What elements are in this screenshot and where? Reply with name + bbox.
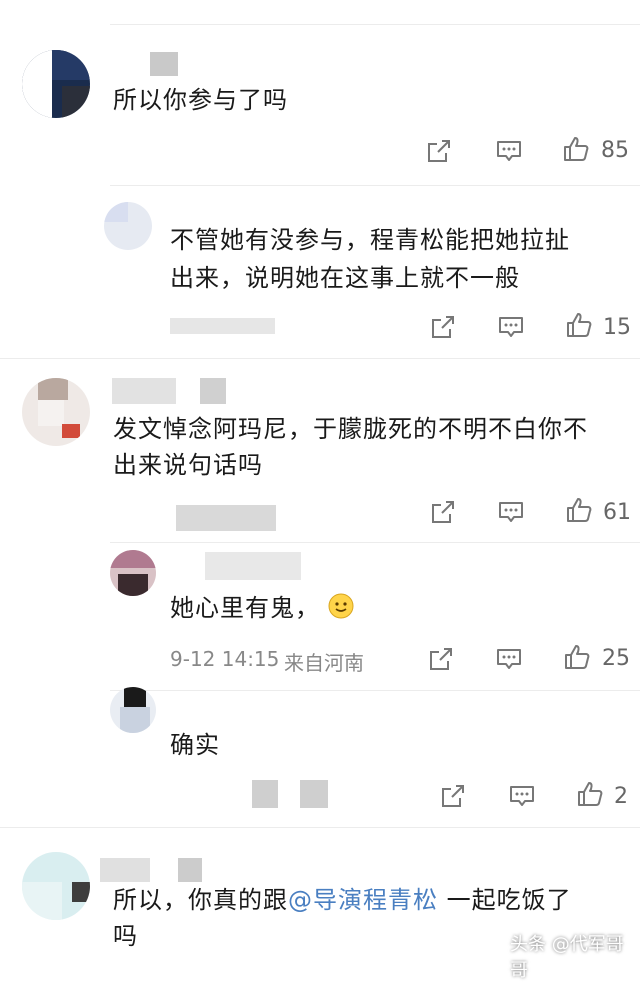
watermark: 头条 @代军哥哥	[510, 934, 624, 981]
comment-text-line2: 吗	[113, 922, 138, 950]
comment-icon[interactable]	[507, 781, 537, 811]
thumbs-up-icon[interactable]	[575, 779, 605, 809]
avatar[interactable]	[110, 550, 156, 596]
avatar[interactable]	[22, 852, 90, 920]
mention-link[interactable]: @导演程青松	[288, 886, 438, 914]
meta-blurred	[300, 780, 328, 808]
reply-text-content: 她心里有鬼，	[170, 594, 320, 622]
top-divider	[110, 24, 640, 25]
avatar[interactable]	[22, 378, 90, 446]
meta-blurred	[176, 505, 276, 531]
share-icon[interactable]	[438, 781, 468, 811]
reply-text-line2: 出来，说明她在这事上就不一般	[170, 264, 520, 292]
avatar[interactable]	[104, 202, 152, 250]
share-icon[interactable]	[426, 644, 456, 674]
like-count: 15	[603, 315, 631, 340]
smile-emoji-icon	[328, 593, 354, 619]
like-count: 25	[602, 646, 630, 671]
comment-date: 9-12 14:15	[170, 647, 280, 671]
username-blurred	[112, 378, 176, 404]
reply-text: 她心里有鬼，	[170, 590, 354, 626]
username-blurred	[178, 858, 202, 882]
username-blurred	[150, 52, 178, 76]
divider	[110, 542, 640, 543]
username-blurred	[205, 552, 301, 580]
divider	[0, 827, 640, 828]
share-icon[interactable]	[424, 136, 454, 166]
avatar[interactable]	[22, 50, 90, 118]
comment-text-line2: 出来说句话吗	[113, 451, 263, 479]
comment-text-line1: 所以，你真的跟@导演程青松 一起吃饭了	[113, 882, 572, 918]
comment-text: 所以你参与了吗	[113, 86, 288, 114]
thumbs-up-icon[interactable]	[561, 134, 591, 164]
username-blurred	[100, 858, 150, 882]
comment-text-before: 所以，你真的跟	[113, 886, 288, 914]
username-blurred	[200, 378, 226, 404]
share-icon[interactable]	[428, 497, 458, 527]
avatar[interactable]	[110, 687, 156, 733]
thumbs-up-icon[interactable]	[562, 642, 592, 672]
comment-text-after: 一起吃饭了	[438, 886, 572, 914]
reply-text: 确实	[170, 731, 220, 759]
like-count: 61	[603, 500, 631, 525]
share-icon[interactable]	[428, 312, 458, 342]
divider	[110, 690, 640, 691]
comment-text-line1: 发文悼念阿玛尼，于朦胧死的不明不白你不	[113, 415, 588, 443]
divider	[110, 185, 640, 186]
like-count: 85	[601, 138, 629, 163]
like-count: 2	[614, 784, 628, 809]
comment-icon[interactable]	[496, 497, 526, 527]
comment-icon[interactable]	[496, 312, 526, 342]
thumbs-up-icon[interactable]	[564, 310, 594, 340]
comment-location: 来自河南	[284, 651, 364, 675]
meta-blurred	[252, 780, 278, 808]
thumbs-up-icon[interactable]	[564, 495, 594, 525]
comment-icon[interactable]	[494, 136, 524, 166]
meta-blurred	[170, 318, 275, 334]
divider	[0, 358, 640, 359]
comment-icon[interactable]	[494, 644, 524, 674]
reply-text-line1: 不管她有没参与，程青松能把她拉扯	[170, 226, 570, 254]
